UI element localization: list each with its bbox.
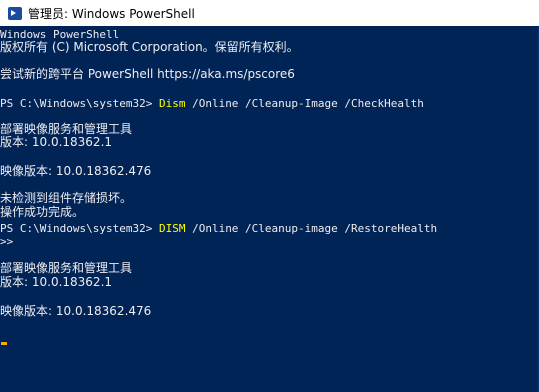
console-output[interactable]: Windows PowerShell 版权所有 (C) Microsoft Co… xyxy=(0,26,539,392)
powershell-icon xyxy=(8,6,22,20)
command-args: /Online /Cleanup-Image /CheckHealth xyxy=(185,97,424,110)
output-no-corruption: 未检测到组件存储损坏。 xyxy=(0,191,133,205)
command-args: /Online /Cleanup-image /RestoreHealth xyxy=(185,222,438,235)
window-title: 管理员: Windows PowerShell xyxy=(28,6,195,21)
banner-line-3: 尝试新的跨平台 PowerShell https://aka.ms/pscore… xyxy=(0,67,295,81)
prompt: PS C:\Windows\system32> xyxy=(0,222,159,235)
command-name: Dism xyxy=(158,97,186,110)
command-line-2[interactable]: PS C:\Windows\system32> DISM /Online /Cl… xyxy=(0,222,437,235)
continuation-prompt: >> xyxy=(0,235,14,248)
banner-line-2: 版权所有 (C) Microsoft Corporation。保留所有权利。 xyxy=(0,40,299,54)
output-version: 版本: 10.0.18362.1 xyxy=(0,135,113,149)
command-line-1[interactable]: PS C:\Windows\system32> Dism /Online /Cl… xyxy=(0,97,424,110)
output-success: 操作成功完成。 xyxy=(0,205,85,219)
title-bar[interactable]: 管理员: Windows PowerShell xyxy=(0,0,539,26)
output-image-version-2: 映像版本: 10.0.18362.476 xyxy=(0,304,152,318)
output-version-2: 版本: 10.0.18362.1 xyxy=(0,275,113,289)
output-image-version: 映像版本: 10.0.18362.476 xyxy=(0,164,152,178)
text-cursor xyxy=(1,342,7,345)
command-name: DISM xyxy=(158,222,186,235)
output-tool-name-2: 部署映像服务和管理工具 xyxy=(0,261,133,275)
prompt: PS C:\Windows\system32> xyxy=(0,97,159,110)
